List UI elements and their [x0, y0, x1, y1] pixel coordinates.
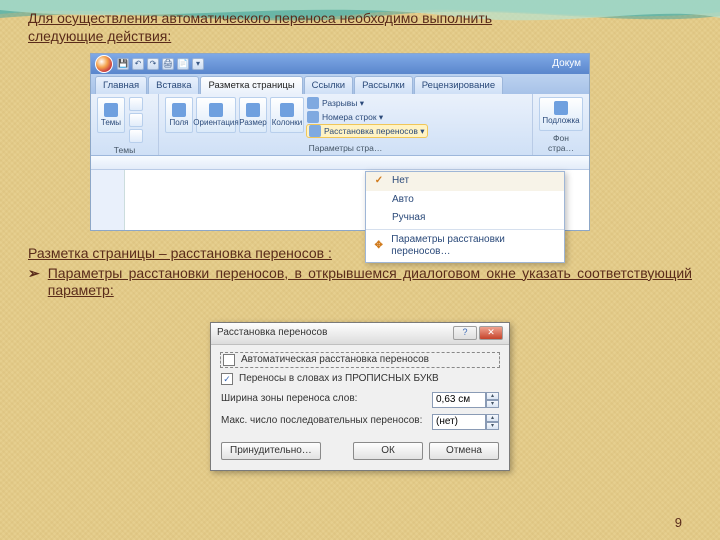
margins-button[interactable]: Поля	[165, 97, 193, 133]
theme-colors-icon[interactable]	[129, 97, 143, 111]
qat-new-icon[interactable]: 📄	[177, 58, 189, 70]
page-setup-stack: Разрывы ▾ Номера строк ▾ Расстановка пер…	[307, 97, 427, 137]
max-consecutive-label: Макс. число последовательных переносов:	[221, 415, 422, 428]
tab-home[interactable]: Главная	[95, 76, 147, 94]
themes-button[interactable]: Темы	[97, 97, 125, 133]
columns-icon	[280, 103, 294, 117]
document-title: Докум	[552, 58, 585, 71]
dialog-title-text: Расстановка переносов	[217, 327, 327, 340]
quick-access-toolbar: 💾 ↶ ↷ 🖨 📄 ▾	[117, 58, 204, 70]
tab-page-layout[interactable]: Разметка страницы	[200, 76, 302, 94]
checkbox-icon	[223, 354, 235, 366]
tab-references[interactable]: Ссылки	[304, 76, 353, 94]
theme-effects-icon[interactable]	[129, 129, 143, 143]
orientation-button[interactable]: Ориентация	[196, 97, 236, 133]
max-consecutive-field: Макс. число последовательных переносов: …	[221, 414, 499, 430]
dd-item-params[interactable]: ✥Параметры расстановки переносов…	[366, 231, 564, 262]
checkbox-icon: ✓	[221, 373, 233, 385]
qat-more-icon[interactable]: ▾	[192, 58, 204, 70]
office-orb-icon[interactable]	[95, 55, 113, 73]
line-numbers-button[interactable]: Номера строк ▾	[307, 111, 427, 123]
qat-save-icon[interactable]: 💾	[117, 58, 129, 70]
dialog-titlebar: Расстановка переносов ? ✕	[211, 323, 509, 345]
qat-undo-icon[interactable]: ↶	[132, 58, 144, 70]
close-button[interactable]: ✕	[479, 326, 503, 340]
hyphenation-dialog: Расстановка переносов ? ✕ Автоматическая…	[210, 322, 510, 472]
cancel-button[interactable]: Отмена	[429, 442, 499, 461]
group-themes: Темы Темы	[91, 94, 159, 155]
zone-width-input[interactable]	[432, 392, 486, 408]
word-ribbon-screenshot: 💾 ↶ ↷ 🖨 📄 ▾ Докум Главная Вставка Размет…	[90, 53, 590, 231]
mid-bullet: ➢ Параметры расстановки переносов, в отк…	[28, 265, 692, 300]
tab-review[interactable]: Рецензирование	[414, 76, 503, 94]
ruler	[91, 156, 589, 170]
breaks-icon	[307, 97, 319, 109]
line-numbers-icon	[307, 111, 319, 123]
qat-print-icon[interactable]: 🖨	[162, 58, 174, 70]
hyphenation-icon	[309, 125, 321, 137]
hyphenation-button[interactable]: Расстановка переносов ▾	[307, 125, 427, 137]
hyphenation-dropdown: ✓Нет Авто Ручная ✥Параметры расстановки …	[365, 171, 565, 263]
dd-item-auto[interactable]: Авто	[366, 191, 564, 210]
breaks-button[interactable]: Разрывы ▾	[307, 97, 427, 109]
group-page-setup: Поля Ориентация Размер Колонки Разрывы ▾…	[159, 94, 533, 155]
watermark-icon	[554, 101, 568, 115]
group-bg-label: Фон стра…	[539, 131, 583, 154]
spin-down-icon[interactable]: ▾	[486, 422, 499, 430]
word-titlebar: 💾 ↶ ↷ 🖨 📄 ▾ Докум	[91, 54, 589, 74]
spin-up-icon[interactable]: ▴	[486, 392, 499, 400]
margins-icon	[172, 103, 186, 117]
group-themes-label: Темы	[97, 143, 152, 156]
page-number: 9	[675, 515, 682, 530]
check-icon: ✓	[372, 175, 386, 188]
size-icon	[246, 103, 260, 117]
dd-item-manual[interactable]: Ручная	[366, 209, 564, 228]
zone-width-field: Ширина зоны переноса слов: ▴▾	[221, 392, 499, 408]
columns-button[interactable]: Колонки	[270, 97, 304, 133]
size-button[interactable]: Размер	[239, 97, 267, 133]
group-page-setup-label: Параметры стра…	[165, 141, 526, 154]
zone-width-label: Ширина зоны переноса слов:	[221, 393, 357, 406]
watermark-button[interactable]: Подложка	[539, 97, 583, 131]
bullet-arrow-icon: ➢	[28, 265, 40, 300]
dd-separator	[366, 229, 564, 230]
theme-fonts-icon[interactable]	[129, 113, 143, 127]
spin-down-icon[interactable]: ▾	[486, 400, 499, 408]
max-consecutive-input[interactable]	[432, 414, 486, 430]
ribbon-body: Темы Темы Поля Ориентация Размер Колонки	[91, 94, 589, 156]
zone-width-spinner[interactable]: ▴▾	[432, 392, 499, 408]
mid-line1: Разметка страницы – расстановка переносо…	[28, 245, 692, 263]
auto-hyphen-checkbox[interactable]: Автоматическая расстановка переносов	[221, 353, 499, 368]
orientation-icon	[209, 103, 223, 117]
ok-button[interactable]: ОК	[353, 442, 423, 461]
intro-text: Для осуществления автоматического перено…	[28, 10, 692, 45]
dd-item-none[interactable]: ✓Нет	[366, 172, 564, 191]
caps-hyphen-checkbox[interactable]: ✓ Переносы в словах из ПРОПИСНЫХ БУКВ	[221, 373, 499, 386]
tab-insert[interactable]: Вставка	[148, 76, 199, 94]
help-button[interactable]: ?	[453, 326, 477, 340]
tab-mailings[interactable]: Рассылки	[354, 76, 413, 94]
group-page-background: Подложка Фон стра…	[533, 94, 589, 155]
force-button[interactable]: Принудительно…	[221, 442, 321, 461]
options-icon: ✥	[372, 240, 385, 253]
spin-up-icon[interactable]: ▴	[486, 414, 499, 422]
ribbon-tabs: Главная Вставка Разметка страницы Ссылки…	[91, 74, 589, 94]
max-consecutive-spinner[interactable]: ▴▾	[432, 414, 499, 430]
qat-redo-icon[interactable]: ↷	[147, 58, 159, 70]
doc-left-margin	[91, 170, 125, 230]
themes-icon	[104, 103, 118, 117]
